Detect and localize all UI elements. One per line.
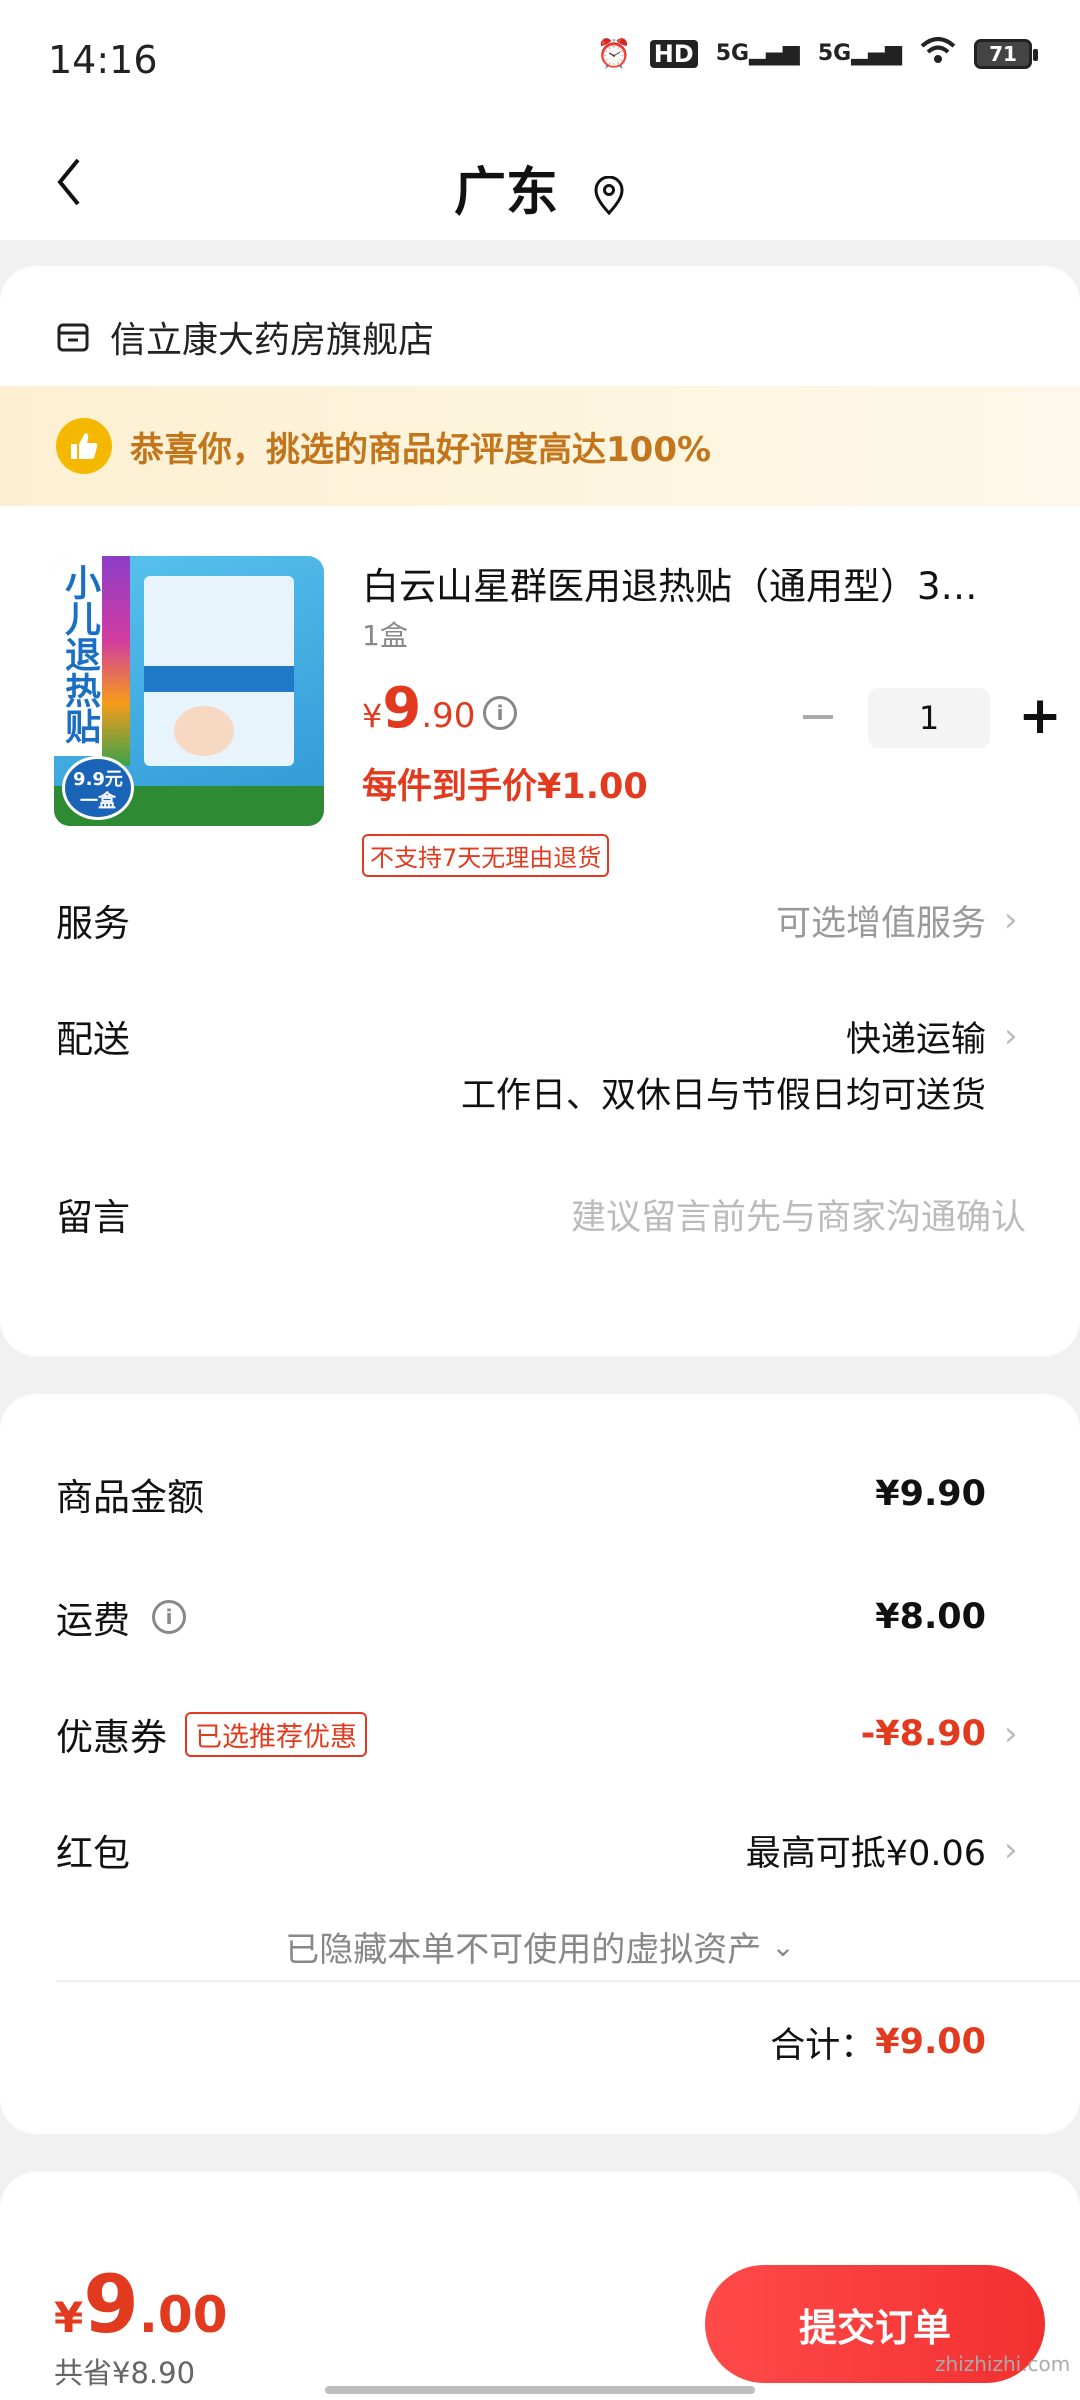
store-icon [57, 323, 89, 352]
delivery-row[interactable]: 配送 快递运输 › [56, 1006, 1024, 1066]
coupon-row[interactable]: 优惠券 已选推荐优惠 -¥8.90 › [56, 1704, 1024, 1764]
product-image-side: 小儿退热贴 [54, 556, 102, 756]
status-time: 14:16 [48, 38, 158, 82]
service-label: 服务 [56, 902, 130, 945]
status-bar: 14:16 ⏰ HD 5G▂▄▆ 5G▂▄▆ 71 [0, 0, 1080, 120]
coupon-label: 优惠券 [56, 1716, 167, 1759]
bottom-price: ¥9.00 [54, 2258, 227, 2351]
message-input[interactable]: 建议留言前先与商家沟通确认 [571, 1189, 1026, 1240]
shipping-label: 运费 [56, 1599, 130, 1642]
hidden-assets-toggle[interactable]: 已隐藏本单不可使用的虚拟资产 ⌄ [56, 1916, 1024, 1976]
final-unit-price: 每件到手价¥1.00 [362, 767, 648, 807]
price-info-icon[interactable]: i [483, 696, 517, 730]
hidden-assets-text[interactable]: 已隐藏本单不可使用的虚拟资产 [285, 1922, 761, 1971]
decrease-quantity-button[interactable]: − [790, 690, 846, 746]
delivery-label: 配送 [56, 1018, 130, 1061]
total-saved: 共省¥8.90 [54, 2356, 196, 2390]
total-row: 合计： ¥9.00 [56, 2012, 1024, 2072]
product-spec: 1盒 [362, 619, 408, 652]
battery-icon: 71 [974, 38, 1038, 69]
price-decimal: .90 [421, 696, 476, 736]
home-indicator[interactable] [325, 2386, 755, 2394]
product-image-box-band [144, 666, 294, 692]
red-packet-label: 红包 [56, 1832, 130, 1875]
price-currency: ¥ [362, 697, 383, 735]
bottom-price-currency: ¥ [54, 2293, 84, 2342]
delivery-note-row: 工作日、双休日与节假日均可送货 [56, 1062, 1024, 1122]
order-card: 信立康大药房旗舰店 恭喜你，挑选的商品好评度高达100% 小儿退热贴 9.9元 … [0, 266, 1080, 1356]
shipping-info-icon[interactable]: i [152, 1600, 186, 1634]
return-policy-badge: 不支持7天无理由退货 [362, 834, 610, 877]
rating-banner-text: 恭喜你，挑选的商品好评度高达100% [130, 429, 712, 470]
service-value[interactable]: 可选增值服务 [776, 895, 986, 946]
increase-quantity-button[interactable]: + [1012, 690, 1068, 746]
store-name[interactable]: 信立康大药房旗舰店 [110, 311, 434, 363]
product-image[interactable]: 小儿退热贴 9.9元 一盒 [54, 556, 324, 826]
shipping-value: ¥8.00 [875, 1597, 986, 1637]
alarm-icon: ⏰ [596, 37, 632, 70]
watermark: zhizhizhi.com [935, 2352, 1071, 2376]
wifi-icon [920, 36, 956, 71]
page-title[interactable]: 广东 [454, 163, 558, 223]
product-image-box [144, 576, 294, 766]
bottom-price-decimal: .00 [138, 2286, 228, 2344]
chevron-right-icon: › [1004, 900, 1018, 940]
hd-icon: HD [649, 39, 698, 68]
bottom-price-integer: 9 [83, 2258, 139, 2351]
delivery-note: 工作日、双休日与节假日均可送货 [460, 1075, 986, 1116]
red-packet-row[interactable]: 红包 最高可抵¥0.06 › [56, 1820, 1024, 1880]
coupon-value[interactable]: -¥8.90 [861, 1714, 986, 1754]
signal-icon-1: 5G▂▄▆ [715, 41, 800, 66]
system-icons: ⏰ HD 5G▂▄▆ 5G▂▄▆ 71 [596, 36, 1038, 71]
goods-amount-row: 商品金额 ¥9.90 [56, 1464, 1024, 1524]
message-row[interactable]: 留言 建议留言前先与商家沟通确认 [56, 1184, 1026, 1244]
chevron-right-icon: › [1004, 1830, 1018, 1870]
total-label: 合计： [770, 2025, 876, 2066]
store-row[interactable]: 信立康大药房旗舰店 [56, 311, 434, 363]
shipping-row: 运费 i ¥8.00 [56, 1587, 1024, 1647]
price-summary-card: 商品金额 ¥9.90 运费 i ¥8.00 优惠券 已选推荐优惠 -¥8.90 … [0, 1394, 1080, 2134]
product-image-face [174, 706, 234, 756]
service-row[interactable]: 服务 可选增值服务 › [56, 890, 1024, 950]
chevron-right-icon: › [1004, 1714, 1018, 1754]
delivery-value[interactable]: 快递运输 [846, 1011, 986, 1062]
product-image-stripe [102, 556, 130, 766]
product-title[interactable]: 白云山星群医用退热贴（通用型）3… [362, 556, 1022, 610]
address-region-title[interactable]: 广东 [0, 150, 1080, 225]
divider [56, 1980, 1080, 1982]
red-packet-value[interactable]: 最高可抵¥0.06 [746, 1825, 986, 1876]
chevron-down-icon: ⌄ [771, 1929, 795, 1963]
nav-bar: 广东 [0, 120, 1080, 240]
rating-banner: 恭喜你，挑选的商品好评度高达100% [0, 386, 1080, 506]
chevron-right-icon: › [1004, 1016, 1018, 1056]
product-price: ¥9.90 [362, 676, 475, 741]
quantity-field[interactable]: 1 [868, 688, 990, 748]
product-image-price-badge: 9.9元 一盒 [62, 756, 134, 820]
signal-icon-2: 5G▂▄▆ [817, 41, 902, 66]
quantity-stepper: − 1 + [790, 688, 1068, 748]
product-image-side-text: 小儿退热贴 [59, 564, 100, 744]
location-pin-icon [594, 175, 624, 216]
total-value: ¥9.00 [875, 2022, 986, 2062]
goods-amount-value: ¥9.90 [875, 1474, 986, 1514]
network-type-2: 5G [817, 41, 852, 66]
bottom-checkout-bar: ¥9.00 共省¥8.90 提交订单 [0, 2250, 1080, 2400]
price-integer: 9 [382, 676, 422, 741]
message-label: 留言 [56, 1196, 130, 1239]
network-type-1: 5G [715, 41, 750, 66]
thumbs-up-icon [56, 418, 112, 474]
goods-amount-label: 商品金额 [56, 1476, 204, 1519]
coupon-tag: 已选推荐优惠 [185, 1711, 367, 1757]
